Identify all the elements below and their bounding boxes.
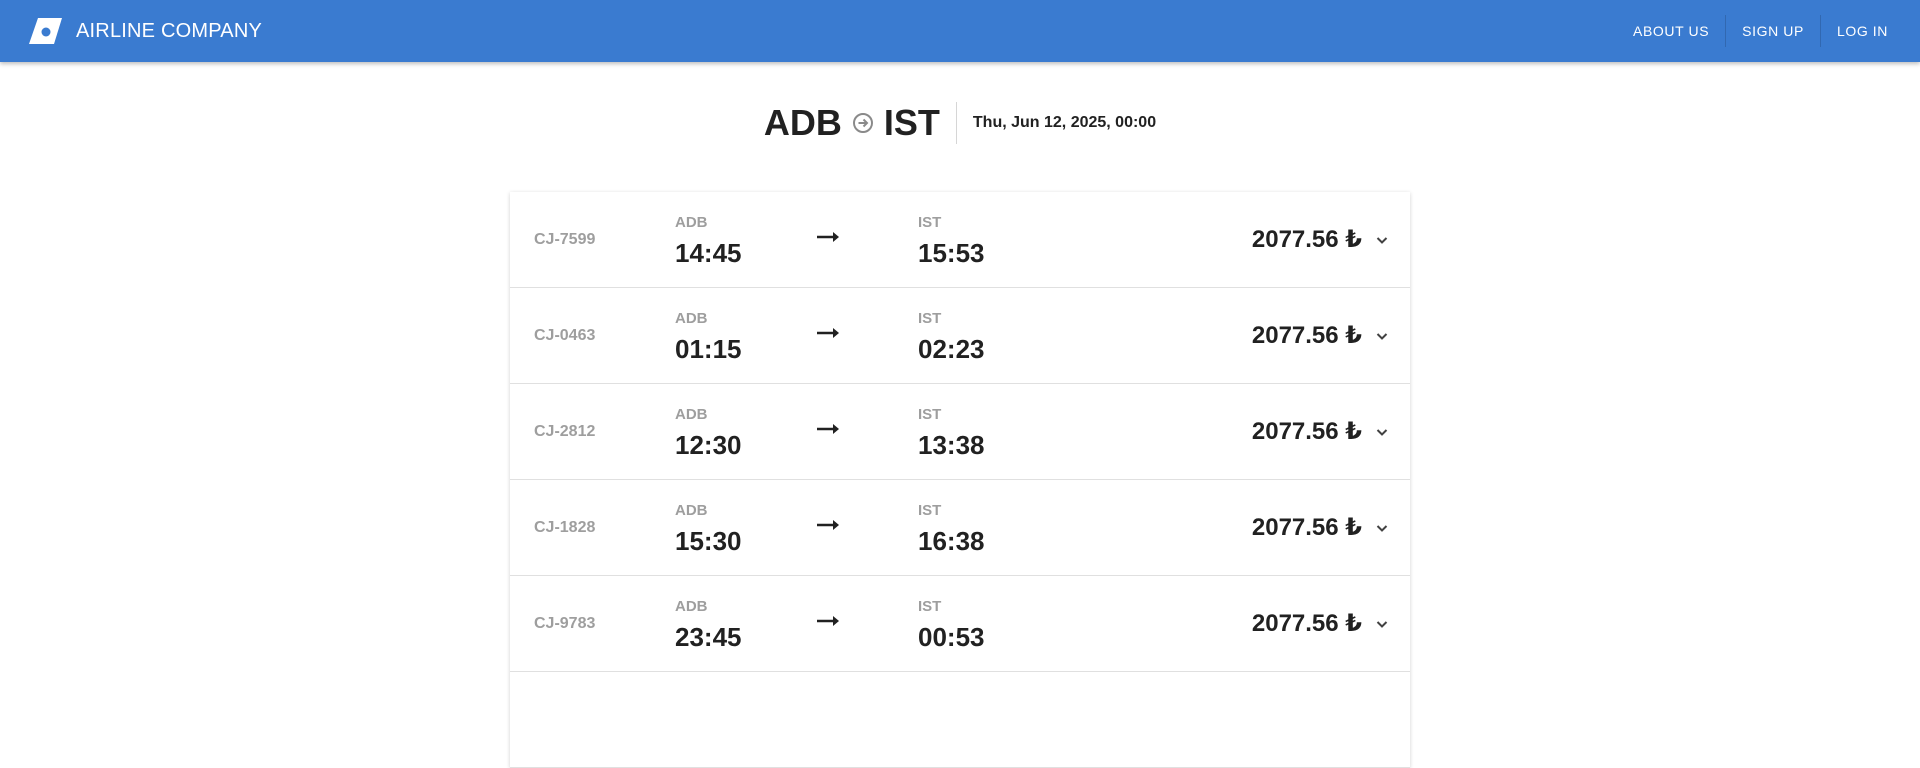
arrow-right-icon bbox=[817, 232, 839, 242]
arrow-right-icon bbox=[817, 616, 839, 626]
flight-code: CJ-0463 bbox=[534, 326, 596, 344]
arrival-airport: IST bbox=[918, 406, 942, 423]
flight-row-partial[interactable] bbox=[510, 672, 1410, 768]
flight-row[interactable]: CJ-2812 ADB 12:30 IST 13:38 2077.56 ₺ bbox=[510, 384, 1410, 480]
arrow-right-icon bbox=[817, 424, 839, 434]
departure-airport: ADB bbox=[675, 502, 708, 519]
departure-time: 14:45 bbox=[675, 238, 742, 268]
departure-airport: ADB bbox=[675, 214, 708, 231]
route-title: ADB IST bbox=[764, 102, 940, 144]
arrow-right-icon bbox=[817, 520, 839, 530]
flight-price: 2077.56 ₺ bbox=[1251, 610, 1362, 637]
flight-row[interactable]: CJ-1828 ADB 15:30 IST 16:38 2077.56 ₺ bbox=[510, 480, 1410, 576]
arrival-time: 13:38 bbox=[918, 430, 985, 460]
arrival-airport: IST bbox=[918, 214, 942, 231]
departure-time: 01:15 bbox=[675, 334, 742, 364]
flight-price: 2077.56 ₺ bbox=[1251, 322, 1362, 349]
arrival: IST 00:53 bbox=[918, 598, 985, 653]
arrival-time: 02:23 bbox=[918, 334, 985, 364]
chevron-down-icon[interactable] bbox=[1374, 520, 1390, 536]
arrival: IST 13:38 bbox=[918, 406, 985, 461]
departure: ADB 01:15 bbox=[675, 310, 742, 365]
arrival: IST 16:38 bbox=[918, 502, 985, 557]
arrow-right-icon bbox=[817, 328, 839, 338]
departure-airport: ADB bbox=[675, 310, 708, 327]
departure-date: Thu, Jun 12, 2025, 00:00 bbox=[972, 114, 1157, 131]
departure: ADB 23:45 bbox=[675, 598, 742, 653]
search-summary: ADB IST Thu, Jun 12, 2025, 00:00 bbox=[0, 100, 1920, 146]
arrival-airport: IST bbox=[918, 502, 942, 519]
flight-code: CJ-7599 bbox=[534, 230, 596, 248]
nav-about-us[interactable]: ABOUT US bbox=[1617, 15, 1725, 47]
arrival-airport: IST bbox=[918, 598, 942, 615]
flight-row[interactable]: CJ-9783 ADB 23:45 IST 00:53 2077.56 ₺ bbox=[510, 576, 1410, 672]
nav-log-in[interactable]: LOG IN bbox=[1821, 15, 1904, 47]
flight-price: 2077.56 ₺ bbox=[1251, 514, 1362, 541]
destination-code: IST bbox=[883, 102, 940, 143]
arrival: IST 02:23 bbox=[918, 310, 985, 365]
flight-price: 2077.56 ₺ bbox=[1251, 418, 1362, 445]
brand[interactable]: AIRLINE COMPANY bbox=[28, 17, 262, 45]
chevron-down-icon[interactable] bbox=[1374, 232, 1390, 248]
arrival-time: 00:53 bbox=[918, 622, 985, 652]
flight-price: 2077.56 ₺ bbox=[1251, 226, 1362, 253]
departure-airport: ADB bbox=[675, 598, 708, 615]
origin-code: ADB bbox=[763, 102, 842, 143]
departure-time: 23:45 bbox=[675, 622, 742, 652]
arrival-time: 15:53 bbox=[918, 238, 985, 268]
chevron-down-icon[interactable] bbox=[1374, 424, 1390, 440]
arrow-circle-right-icon bbox=[852, 113, 873, 133]
airline-logo-icon bbox=[29, 18, 62, 44]
arrival-time: 16:38 bbox=[918, 526, 985, 556]
heading-divider bbox=[955, 102, 957, 144]
app-bar: AIRLINE COMPANY ABOUT US SIGN UP LOG IN bbox=[0, 0, 1920, 62]
departure-airport: ADB bbox=[675, 406, 708, 423]
flight-code: CJ-2812 bbox=[534, 422, 596, 440]
departure-time: 15:30 bbox=[675, 526, 742, 556]
flight-code: CJ-1828 bbox=[534, 518, 596, 536]
flight-row[interactable]: CJ-0463 ADB 01:15 IST 02:23 2077.56 ₺ bbox=[510, 288, 1410, 384]
arrival: IST 15:53 bbox=[918, 214, 985, 269]
departure: ADB 14:45 bbox=[675, 214, 742, 269]
flight-row[interactable]: CJ-7599 ADB 14:45 IST 15:53 2077.56 ₺ bbox=[510, 192, 1410, 288]
flight-code: CJ-9783 bbox=[534, 614, 596, 632]
arrival-airport: IST bbox=[918, 310, 942, 327]
brand-name: AIRLINE COMPANY bbox=[76, 19, 262, 42]
departure: ADB 15:30 bbox=[675, 502, 742, 557]
chevron-down-icon[interactable] bbox=[1374, 616, 1390, 632]
chevron-down-icon[interactable] bbox=[1374, 328, 1390, 344]
top-nav: ABOUT US SIGN UP LOG IN bbox=[1617, 0, 1904, 62]
departure: ADB 12:30 bbox=[675, 406, 742, 461]
nav-sign-up[interactable]: SIGN UP bbox=[1726, 15, 1820, 47]
departure-time: 12:30 bbox=[675, 430, 742, 460]
